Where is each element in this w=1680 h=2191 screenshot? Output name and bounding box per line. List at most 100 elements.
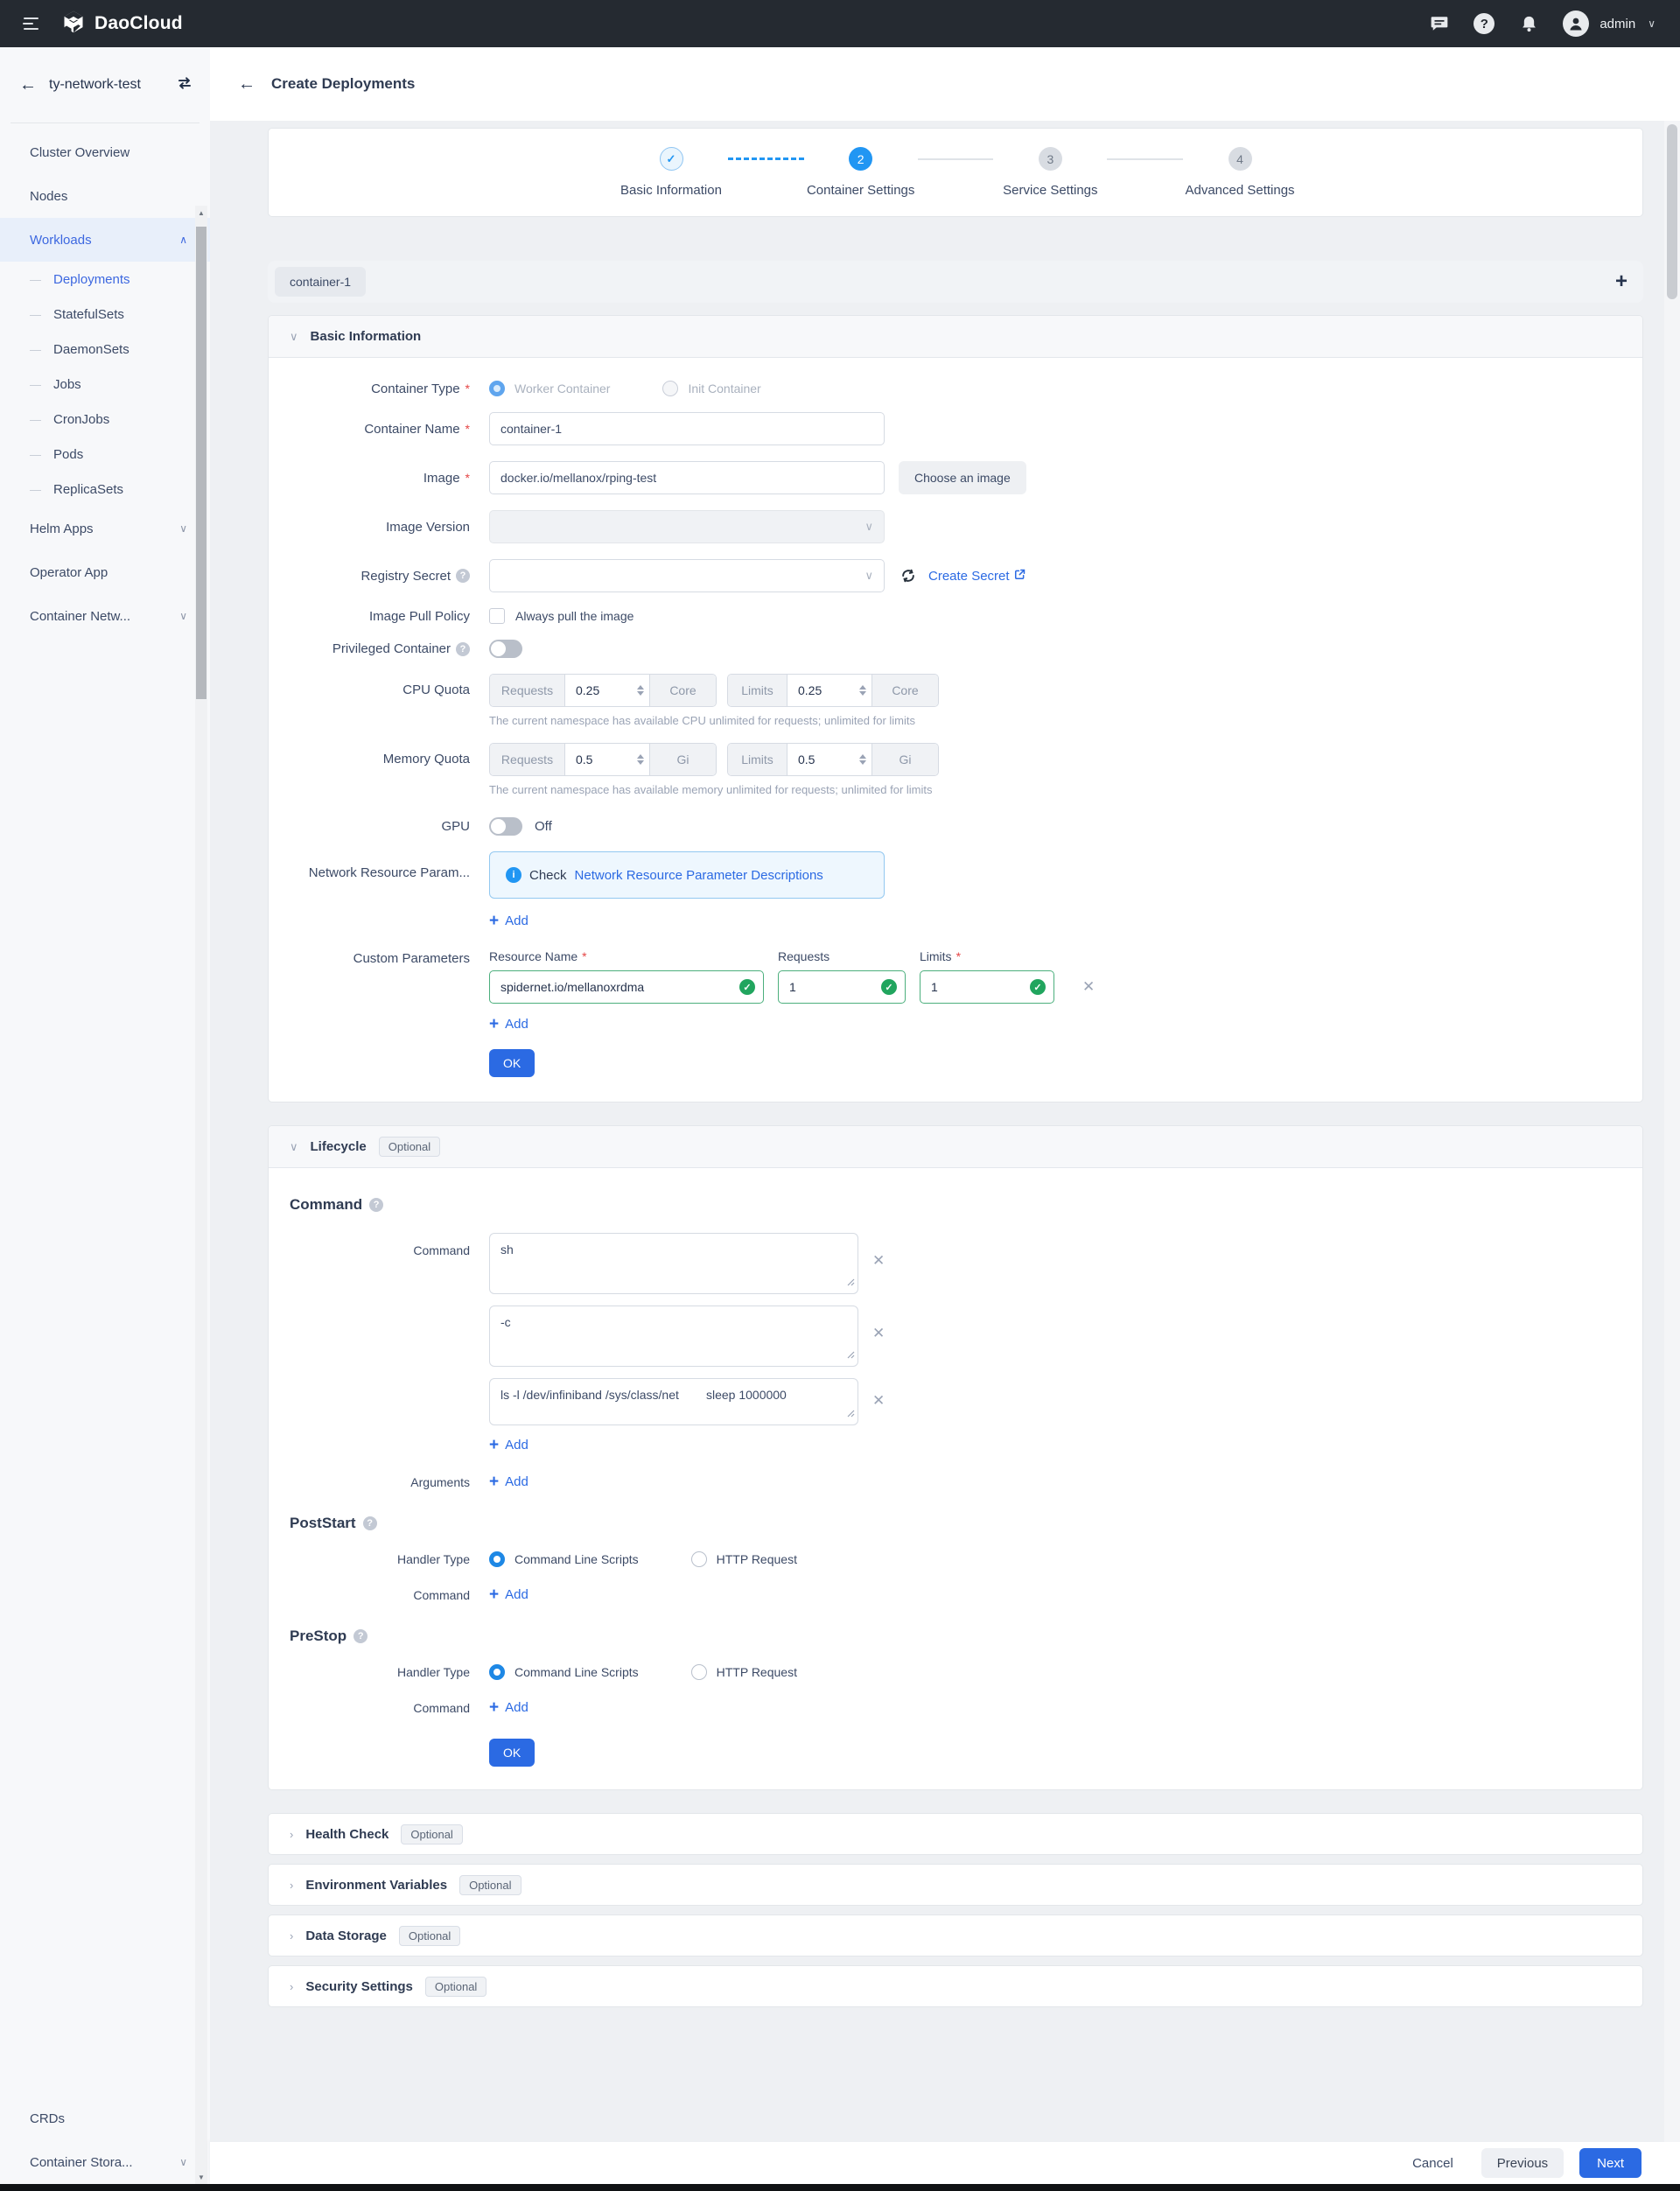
sidebar-item-replicasets[interactable]: —ReplicaSets [0,472,210,507]
registry-secret-select[interactable]: ∨ [489,559,885,592]
sidebar-item-pods[interactable]: —Pods [0,437,210,472]
sidebar-item-container-network[interactable]: Container Netw...∨ [0,594,210,638]
stepper-arrows-icon[interactable] [637,754,644,765]
stepper-arrows-icon[interactable] [637,685,644,696]
create-secret-link[interactable]: Create Secret [928,569,1026,584]
brand[interactable]: DaoCloud [61,10,183,38]
always-pull-checkbox[interactable] [489,608,505,624]
sidebar-scrollbar[interactable]: ▲ ▼ [195,206,207,2184]
sidebar-item-cronjobs[interactable]: —CronJobs [0,402,210,437]
resource-name-input[interactable] [489,970,764,1004]
sidebar-item-jobs[interactable]: —Jobs [0,367,210,402]
help-icon[interactable]: ? [363,1516,377,1530]
add-prestop-command-link[interactable]: +Add [489,1699,528,1716]
image-version-select[interactable]: ∨ [489,510,885,543]
user-menu-chevron-down-icon[interactable]: ∨ [1648,18,1656,30]
network-param-descriptions-link[interactable]: Network Resource Parameter Descriptions [575,868,823,883]
cancel-button[interactable]: Cancel [1412,2156,1453,2171]
resize-handle-icon[interactable] [847,1348,855,1363]
messages-icon[interactable] [1428,12,1451,35]
scroll-up-icon[interactable]: ▲ [198,206,205,220]
lifecycle-header[interactable]: ∨ Lifecycle Optional [269,1126,1642,1168]
cluster-name[interactable]: ty-network-test [49,77,164,93]
page-back-icon[interactable]: ← [238,74,256,94]
sidebar-item-container-storage[interactable]: Container Stora...∨ [0,2140,210,2184]
tab-container-1[interactable]: container-1 [275,267,366,297]
basic-information-header[interactable]: ∨ Basic Information [269,316,1642,358]
scroll-down-icon[interactable]: ▼ [198,2170,205,2184]
stepper-arrows-icon[interactable] [859,754,866,765]
add-network-param-link[interactable]: +Add [489,913,528,929]
help-icon[interactable]: ? [354,1629,368,1643]
sidebar-item-workloads[interactable]: Workloads ∧ [0,218,210,262]
http-request-radio[interactable] [691,1664,707,1680]
sidebar-item-nodes[interactable]: Nodes [0,174,210,218]
registry-secret-row: Registry Secret? ∨ Create Secret [290,559,1621,592]
memory-requests-input[interactable]: 0.5 [565,744,649,775]
sidebar-scrollbar-thumb[interactable] [196,227,206,699]
memory-quota-row: Memory Quota Requests 0.5 Gi Li [290,743,1621,796]
section-title: Basic Information [311,329,422,344]
sidebar-item-crds[interactable]: CRDs [0,2096,210,2140]
basic-info-ok-button[interactable]: OK [489,1049,535,1077]
command-textarea[interactable]: -c [489,1306,858,1367]
sidebar-item-deployments[interactable]: —Deployments [0,262,210,297]
environment-variables-section[interactable]: › Environment Variables Optional [268,1864,1643,1906]
command-line-scripts-radio[interactable] [489,1551,505,1567]
cpu-limits-input[interactable]: 0.25 [788,675,872,706]
add-poststart-command-link[interactable]: +Add [489,1586,528,1603]
help-icon[interactable]: ? [456,569,470,583]
add-argument-link[interactable]: +Add [489,1474,528,1490]
remove-command-icon[interactable]: ✕ [872,1392,885,1410]
add-custom-parameter-link[interactable]: +Add [489,1016,528,1032]
next-button[interactable]: Next [1579,2148,1642,2178]
resize-handle-icon[interactable] [847,1406,855,1422]
switch-cluster-icon[interactable] [177,75,192,95]
add-container-button[interactable]: + [1615,271,1628,292]
choose-image-button[interactable]: Choose an image [899,461,1026,494]
data-storage-section[interactable]: › Data Storage Optional [268,1914,1643,1956]
refresh-secrets-icon[interactable] [900,568,916,584]
username[interactable]: admin [1600,17,1635,32]
command-textarea[interactable]: ls -l /dev/infiniband /sys/class/net sle… [489,1378,858,1425]
lifecycle-ok-button[interactable]: OK [489,1739,535,1767]
health-check-section[interactable]: › Health Check Optional [268,1813,1643,1855]
gpu-toggle[interactable] [489,817,522,836]
prestop-handler-row: Handler Type Command Line Scripts HTTP R… [290,1664,1621,1680]
remove-command-icon[interactable]: ✕ [872,1325,885,1342]
privileged-toggle[interactable] [489,640,522,658]
user-avatar[interactable] [1563,10,1589,37]
page-scrollbar[interactable] [1664,121,1680,2142]
page-scrollbar-thumb[interactable] [1667,124,1677,299]
http-request-radio[interactable] [691,1551,707,1567]
init-container-radio[interactable] [662,381,678,396]
sidebar-item-statefulsets[interactable]: —StatefulSets [0,297,210,332]
image-input[interactable] [489,461,885,494]
sidebar-item-helm-apps[interactable]: Helm Apps∨ [0,507,210,550]
container-name-input[interactable] [489,412,885,445]
sidebar-nav: Cluster Overview Nodes Workloads ∧ —Depl… [0,123,210,2184]
hamburger-menu-icon[interactable] [7,18,54,30]
sidebar-item-daemonsets[interactable]: —DaemonSets [0,332,210,367]
sidebar-item-cluster-overview[interactable]: Cluster Overview [0,130,210,174]
worker-container-radio[interactable] [489,381,505,396]
remove-parameter-icon[interactable]: ✕ [1082,978,1095,996]
dash-icon: — [30,308,41,321]
security-settings-section[interactable]: › Security Settings Optional [268,1965,1643,2007]
memory-limits-input[interactable]: 0.5 [788,744,872,775]
resize-handle-icon[interactable] [847,1275,855,1291]
remove-command-icon[interactable]: ✕ [872,1252,885,1270]
stepper-arrows-icon[interactable] [859,685,866,696]
command-line-scripts-radio[interactable] [489,1664,505,1680]
notifications-bell-icon[interactable] [1517,12,1540,35]
command-list-row: Command sh ✕ -c [290,1233,1621,1454]
sidebar-item-operator-app[interactable]: Operator App [0,550,210,594]
help-icon[interactable]: ? [369,1198,383,1212]
help-icon[interactable]: ? [456,642,470,656]
sidebar-back-icon[interactable]: ← [19,75,37,95]
add-command-link[interactable]: +Add [489,1437,528,1453]
help-icon[interactable]: ? [1474,13,1494,34]
cpu-requests-input[interactable]: 0.25 [565,675,649,706]
previous-button[interactable]: Previous [1481,2148,1564,2178]
command-textarea[interactable]: sh [489,1233,858,1294]
